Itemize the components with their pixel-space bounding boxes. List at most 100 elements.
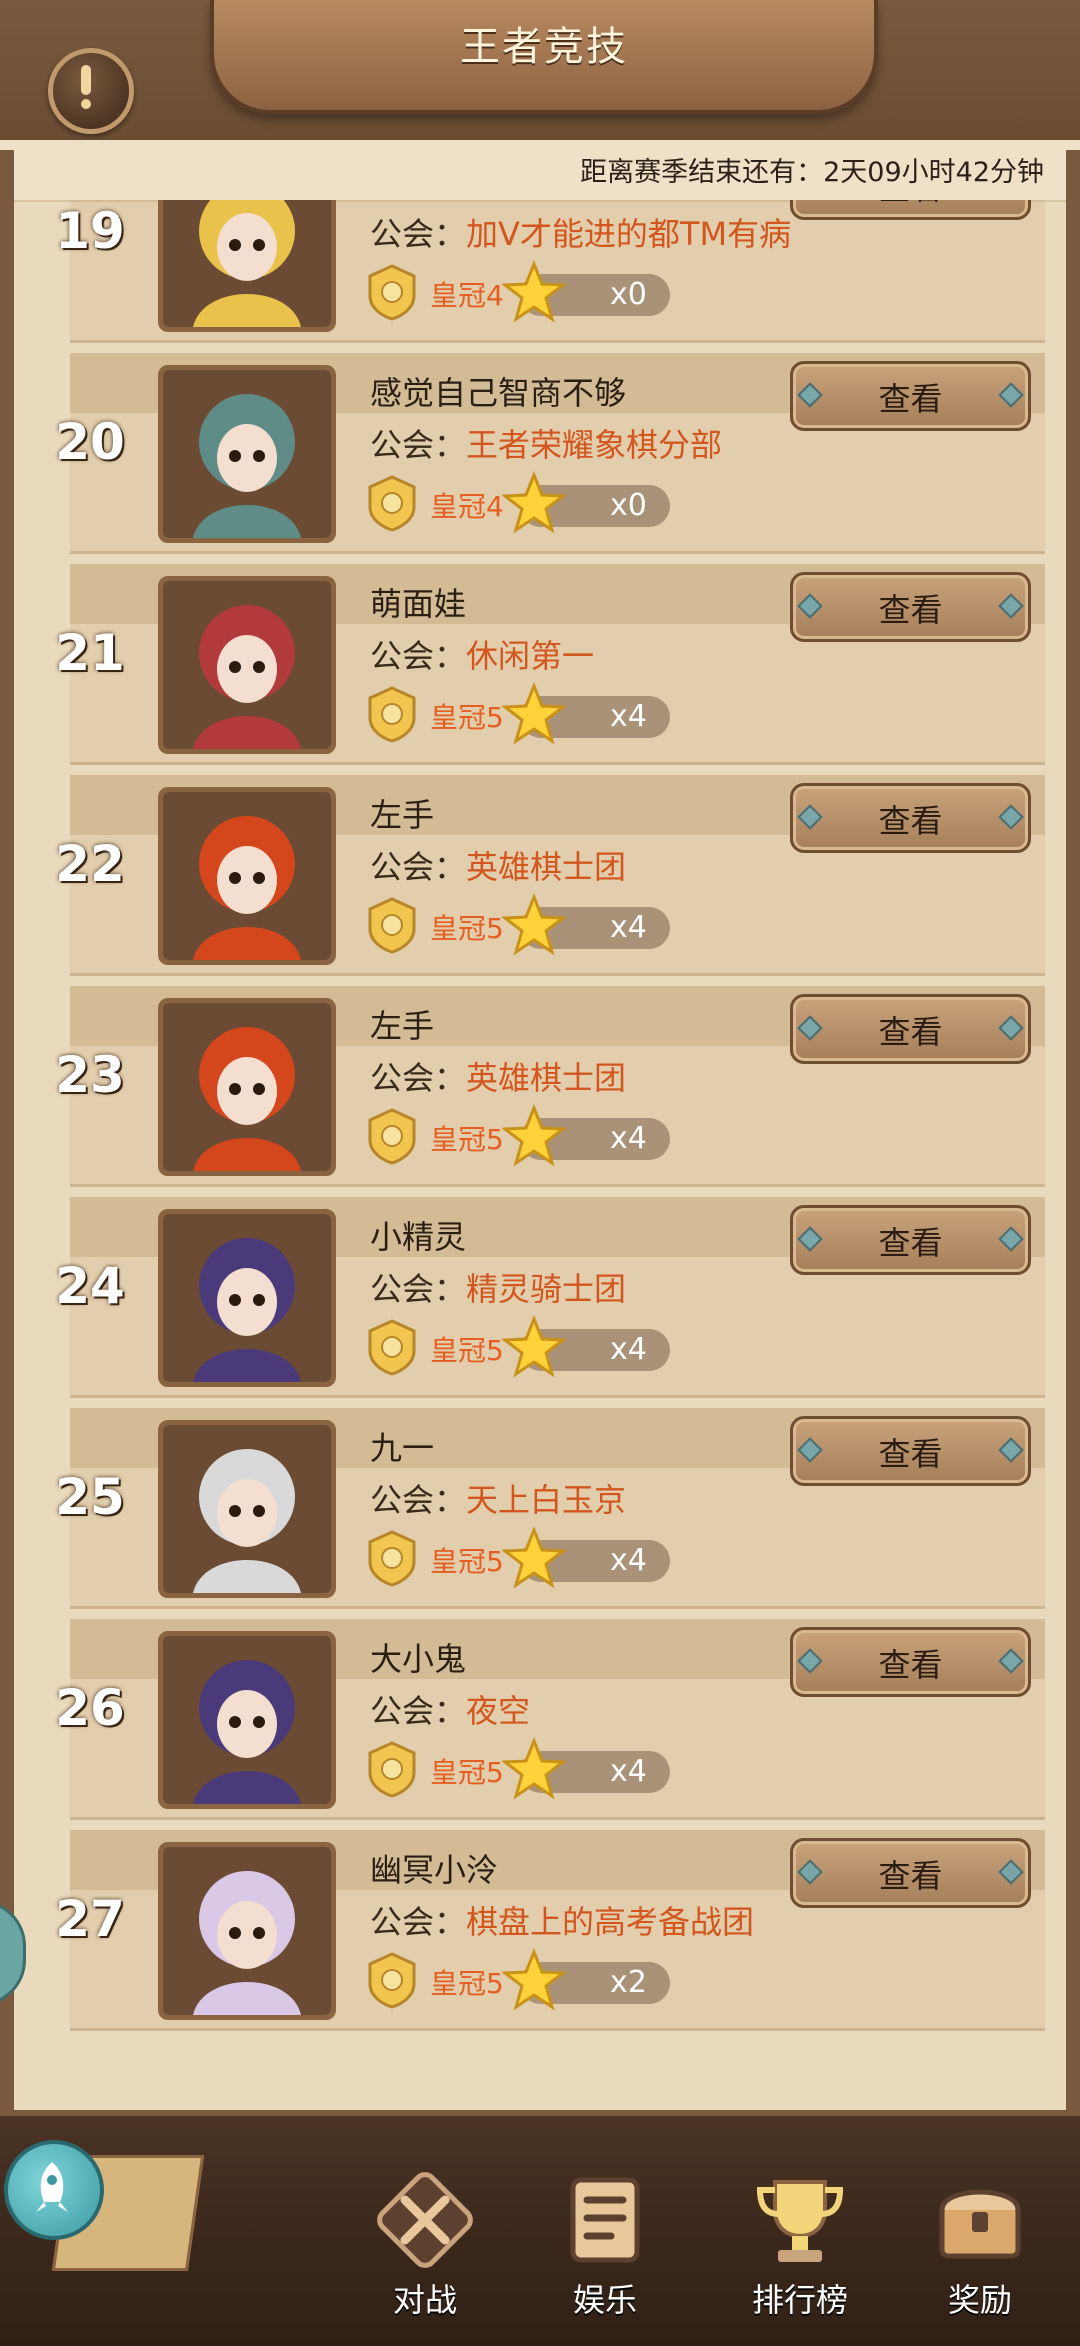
player-name: 左手	[370, 796, 435, 834]
view-button-label: 查看	[793, 200, 1028, 209]
view-button[interactable]: 查看	[790, 1838, 1031, 1908]
guild-label: 公会：	[370, 1903, 467, 1941]
star-icon	[502, 471, 566, 534]
crown-tier-label: 皇冠5	[430, 1123, 504, 1156]
view-button-label: 查看	[878, 1646, 943, 1684]
guild-info: 公会：夜空	[370, 1686, 530, 1732]
rocket-icon	[36, 2162, 68, 2212]
player-avatar[interactable]	[158, 200, 336, 332]
guild-name: 英雄棋士团	[466, 1059, 627, 1097]
crown-tier-label: 皇冠5	[430, 1545, 504, 1578]
nav-entertainment[interactable]: 娱乐	[520, 2170, 690, 2330]
crown-tier-label: 皇冠5	[430, 1334, 504, 1367]
guild-label: 公会：	[370, 637, 467, 675]
view-button-label: 查看	[878, 380, 943, 418]
crossed-swords-icon	[377, 2172, 473, 2268]
guild-label: 公会：	[370, 1270, 467, 1308]
rank-number: 23	[55, 1046, 125, 1104]
view-button[interactable]: 查看	[790, 200, 1031, 220]
nav-entertainment-label: 娱乐	[572, 2281, 637, 2319]
crown-badge-icon	[368, 264, 416, 321]
guild-info: 公会：王者荣耀象棋分部	[370, 420, 722, 466]
guild-name: 加V才能进的都TM有病	[466, 215, 792, 253]
page-title: 王者竞技	[460, 24, 628, 70]
guild-label: 公会：	[370, 215, 467, 253]
star-icon	[502, 893, 566, 956]
view-button-label: 查看	[878, 1013, 943, 1051]
player-name: 萌面娃	[370, 585, 467, 623]
rank-number: 22	[55, 835, 125, 893]
player-avatar[interactable]	[158, 787, 336, 965]
player-name: 大小鬼	[370, 1640, 467, 1678]
crown-badge-icon	[368, 1530, 416, 1587]
leaderboard-row[interactable]: 22 左手 公会：英雄棋士团 皇冠5 x4 查看	[55, 775, 1045, 976]
leaderboard-row[interactable]: 27 幽冥小泠公会：棋盘上的高考备战团皇冠5 x2 查看	[55, 1830, 1045, 2031]
player-avatar[interactable]	[158, 576, 336, 754]
leaderboard-row[interactable]: 25 九一 公会：天上白玉京 皇冠5 x4 查看	[55, 1408, 1045, 1609]
nav-battle[interactable]: 对战	[340, 2170, 510, 2330]
leaderboard-row[interactable]: 24 小精灵 公会：精灵骑士团 皇冠5 x4 查看	[55, 1197, 1045, 1398]
crown-badge-icon	[368, 1319, 416, 1376]
leaderboard-row[interactable]: 26 大小鬼公会：夜空皇冠5 x4 查看	[55, 1619, 1045, 1820]
rank-number: 26	[55, 1679, 125, 1737]
season-countdown-text: 距离赛季结束还有：2天09小时42分钟	[580, 157, 1044, 188]
star-count: x4	[610, 1121, 647, 1156]
guild-name: 天上白玉京	[466, 1481, 627, 1519]
player-avatar[interactable]	[158, 1420, 336, 1598]
guild-info: 公会：休闲第一	[370, 631, 594, 677]
guild-label: 公会：	[370, 848, 467, 886]
crown-tier-label: 皇冠5	[430, 1967, 504, 2000]
player-avatar[interactable]	[158, 365, 336, 543]
nav-rewards[interactable]: 奖励	[895, 2170, 1065, 2330]
rank-number: 25	[55, 1468, 125, 1526]
player-name: 幽冥小泠	[370, 1851, 499, 1889]
guild-info: 公会：精灵骑士团	[370, 1264, 626, 1310]
guild-label: 公会：	[370, 1059, 467, 1097]
star-icon	[502, 1948, 566, 2011]
leaderboard-row[interactable]: 19 午夜之歌公会：加V才能进的都TM有病皇冠4 x0 查看	[55, 200, 1045, 343]
view-button[interactable]: 查看	[790, 1205, 1031, 1275]
hero-portrait-icon	[163, 200, 331, 327]
leaderboard-list[interactable]: 19午夜之歌公会：加V才能进的都TM有病皇冠4x0查看20感觉自己智商不够公会：…	[0, 200, 1080, 2110]
guild-name: 休闲第一	[466, 637, 595, 675]
rank-number: 19	[55, 202, 125, 260]
view-button-label: 查看	[878, 1224, 943, 1262]
rank-number: 27	[55, 1890, 125, 1948]
rocket-button[interactable]	[4, 2140, 104, 2240]
guild-name: 棋盘上的高考备战团	[466, 1903, 755, 1941]
leaderboard-row[interactable]: 21 萌面娃 公会：休闲第一 皇冠5 x4 查看	[55, 564, 1045, 765]
star-icon	[502, 682, 566, 745]
info-alert-button[interactable]	[48, 48, 134, 134]
player-avatar[interactable]	[158, 1842, 336, 2020]
star-count: x0	[610, 277, 647, 312]
player-avatar[interactable]	[158, 1209, 336, 1387]
crown-tier-label: 皇冠4	[430, 279, 504, 312]
view-button[interactable]: 查看	[790, 1627, 1031, 1697]
view-button[interactable]: 查看	[790, 572, 1031, 642]
view-button[interactable]: 查看	[790, 783, 1031, 853]
player-name: 左手	[370, 1007, 435, 1045]
leaderboard-row[interactable]: 20 感觉自己智商不够 公会：王者荣耀象棋分部 皇冠4 x0 查看	[55, 353, 1045, 554]
guild-info: 公会：棋盘上的高考备战团	[370, 1897, 754, 1943]
player-avatar[interactable]	[158, 998, 336, 1176]
star-count: x4	[610, 1754, 647, 1789]
crown-tier-label: 皇冠5	[430, 1756, 504, 1789]
view-button-label: 查看	[878, 591, 943, 629]
view-button[interactable]: 查看	[790, 994, 1031, 1064]
star-icon	[502, 1737, 566, 1800]
view-button-label: 查看	[878, 1435, 943, 1473]
view-button[interactable]: 查看	[790, 1416, 1031, 1486]
crown-tier-label: 皇冠4	[430, 490, 504, 523]
rank-number: 24	[55, 1257, 125, 1315]
player-avatar[interactable]	[158, 1631, 336, 1809]
view-button[interactable]: 查看	[790, 361, 1031, 431]
nav-ranking[interactable]: 排行榜	[715, 2170, 885, 2330]
title-plate: 王者竞技	[210, 0, 878, 114]
hero-portrait-icon	[163, 1425, 331, 1593]
player-name: 感觉自己智商不够	[370, 374, 627, 412]
leaderboard-row[interactable]: 23 左手公会：英雄棋士团皇冠5 x4 查看	[55, 986, 1045, 1187]
view-button-label: 查看	[878, 802, 943, 840]
star-count: x2	[610, 1965, 647, 2000]
guild-info: 公会：天上白玉京	[370, 1475, 626, 1521]
star-count: x0	[610, 488, 647, 523]
